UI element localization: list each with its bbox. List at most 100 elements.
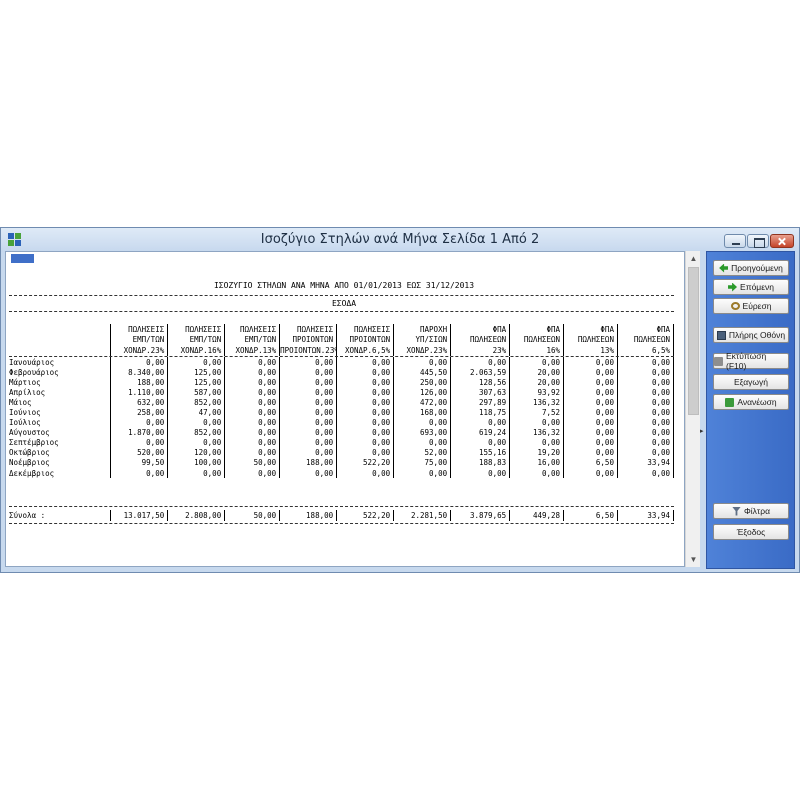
exit-button[interactable]: Έξοδος: [713, 524, 789, 540]
maximize-button[interactable]: [747, 234, 769, 248]
table-cell: 0,00: [563, 468, 618, 479]
table-cell: 472,00: [393, 397, 452, 408]
table-cell: 0,00: [167, 357, 226, 368]
rule-line: [9, 311, 674, 312]
totals-cell: 50,00: [224, 510, 281, 521]
print-button-label: Εκτύπωση (F10): [726, 351, 767, 371]
month-label: Οκτώβριος: [9, 447, 112, 458]
totals-cell: 6,50: [563, 510, 618, 521]
column-header: ΠΩΛΗΣΕΩΝ: [450, 334, 511, 345]
month-label: Ιούλιος: [9, 417, 112, 428]
previous-button[interactable]: Προηγούμενη: [713, 260, 789, 276]
table-row: Δεκέμβριος 0,00 0,00 0,00 0,00 0,00 0,00 0,00 0,…: [9, 468, 675, 479]
table-cell: 0,00: [110, 468, 169, 479]
table-cell: 852,00: [167, 397, 226, 408]
table-cell: 0,00: [224, 357, 281, 368]
table-cell: 0,00: [336, 468, 395, 479]
side-panel: Προηγούμενη Επόμενη Εύρεση Πλήρης Οθόνη …: [706, 251, 795, 569]
fullscreen-button[interactable]: Πλήρης Οθόνη: [713, 327, 789, 343]
monitor-icon: [716, 330, 726, 340]
chevron-right-icon[interactable]: ▸: [700, 427, 704, 435]
export-button[interactable]: Εξαγωγή: [713, 374, 789, 390]
page-marker: [11, 254, 34, 263]
next-button[interactable]: Επόμενη: [713, 279, 789, 295]
table-cell: 136,32: [509, 397, 565, 408]
scroll-thumb[interactable]: [688, 267, 699, 415]
month-label: Ιούνιος: [9, 407, 112, 418]
filters-button-label: Φίλτρα: [743, 506, 771, 516]
table-cell: 0,00: [336, 417, 395, 428]
table-row: Απρίλιος 1.110,00 587,00 0,00 0,00 0,00 126,00…: [9, 387, 675, 398]
table-cell: 0,00: [279, 417, 338, 428]
scroll-up-icon[interactable]: ▲: [686, 251, 701, 266]
totals-cell: 449,28: [509, 510, 565, 521]
table-cell: 0,00: [336, 447, 395, 458]
minimize-button[interactable]: [724, 234, 746, 248]
close-button[interactable]: [770, 234, 794, 248]
panel-splitter[interactable]: ▸: [700, 251, 705, 567]
table-cell: 0,00: [617, 468, 675, 479]
month-label: Αύγουστος: [9, 427, 112, 438]
table-cell: 188,83: [450, 457, 511, 469]
header-row: ΕΜΠ/ΤΩΝ ΕΜΠ/ΤΩΝ ΕΜΠ/ΤΩΝ ΠΡΟΙΟΝΤΩΝ ΠΡΟΙΟΝΤΩΝ Υ…: [9, 334, 675, 345]
fullscreen-button-label: Πλήρης Οθόνη: [728, 330, 786, 340]
table-cell: 0,00: [279, 397, 338, 408]
table-cell: 522,20: [336, 457, 395, 469]
table-cell: 7,52: [509, 407, 565, 418]
table-cell: 632,00: [110, 397, 169, 408]
refresh-button[interactable]: Ανανέωση: [713, 394, 789, 410]
column-header: ΧΟΝΔΡ.13%: [224, 345, 281, 356]
table-cell: 0,00: [110, 417, 169, 428]
column-header: ΠΩΛΗΣΕΩΝ: [509, 334, 565, 345]
table-row: Ιούλιος 0,00 0,00 0,00 0,00 0,00 0,00 0,00 0,00 0…: [9, 417, 675, 428]
table-cell: 20,00: [509, 377, 565, 388]
table-cell: 0,00: [336, 367, 395, 378]
table-cell: 0,00: [279, 447, 338, 458]
table-cell: 125,00: [167, 367, 226, 378]
table-cell: 2.063,59: [450, 367, 511, 378]
table-cell: 99,50: [110, 457, 169, 469]
table-cell: 0,00: [224, 468, 281, 479]
find-button-label: Εύρεση: [742, 301, 772, 311]
report-viewer[interactable]: ΙΣΟΖΥΓΙΟ ΣΤΗΛΩΝ ΑΝΑ ΜΗΝΑ ΑΠΟ 01/01/2013 …: [5, 251, 685, 567]
table-cell: 6,50: [563, 457, 618, 469]
column-header: ΠΩΛΗΣΕΩΝ: [617, 334, 675, 345]
table-cell: 0,00: [279, 377, 338, 388]
month-label: Απρίλιος: [9, 387, 112, 398]
report-section-title: ΕΣΟΔΑ: [331, 299, 357, 308]
totals-table: Σύνολα :13.017,50 2.808,00 50,00 188,00 522,…: [9, 510, 675, 521]
header-row: ΠΩΛΗΣΕΙΣ ΠΩΛΗΣΕΙΣ ΠΩΛΗΣΕΙΣ ΠΩΛΗΣΕΙΣ ΠΩΛΗΣΕΙΣ…: [9, 324, 675, 335]
table-cell: 0,00: [279, 427, 338, 438]
table-cell: 118,75: [450, 407, 511, 418]
table-cell: 693,00: [393, 427, 452, 438]
column-header: ΠΩΛΗΣΕΩΝ: [563, 334, 618, 345]
find-button[interactable]: Εύρεση: [713, 298, 789, 314]
scroll-down-icon[interactable]: ▼: [686, 552, 701, 567]
filters-button[interactable]: Φίλτρα: [713, 503, 789, 519]
month-label: Μάρτιος: [9, 377, 112, 388]
table-cell: 0,00: [224, 447, 281, 458]
table-cell: 136,32: [509, 427, 565, 438]
column-header: ΦΠΑ: [450, 324, 511, 335]
table-cell: 0,00: [617, 397, 675, 408]
header-spacer: [9, 334, 112, 345]
column-header: ΧΟΝΔΡ.23%: [393, 345, 452, 356]
column-header: ΠΩΛΗΣΕΙΣ: [224, 324, 281, 335]
totals-label: Σύνολα :: [9, 510, 112, 521]
vertical-scrollbar[interactable]: ▲ ▼: [685, 251, 700, 567]
table-cell: 1.110,00: [110, 387, 169, 398]
print-button[interactable]: Εκτύπωση (F10): [713, 351, 789, 371]
title-bar[interactable]: Ισοζύγιο Στηλών ανά Μήνα Σελίδα 1 Από 2: [1, 228, 799, 252]
report-heading: ΙΣΟΖΥΓΙΟ ΣΤΗΛΩΝ ΑΝΑ ΜΗΝΑ ΑΠΟ 01/01/2013 …: [213, 281, 475, 290]
table-cell: 0,00: [509, 468, 565, 479]
totals-cell: 2.281,50: [393, 510, 452, 521]
table-cell: 0,00: [563, 397, 618, 408]
table-cell: 188,00: [279, 457, 338, 469]
table-cell: 0,00: [617, 387, 675, 398]
table-cell: 0,00: [617, 407, 675, 418]
column-header: ΦΠΑ: [617, 324, 675, 335]
table-cell: 125,00: [167, 377, 226, 388]
header-row: ΧΟΝΔΡ.23% ΧΟΝΔΡ.16% ΧΟΝΔΡ.13% ΠΡΟΙΟΝΤΩΝ.23%…: [9, 345, 675, 356]
previous-button-label: Προηγούμενη: [731, 263, 783, 273]
totals-cell: 2.808,00: [167, 510, 226, 521]
